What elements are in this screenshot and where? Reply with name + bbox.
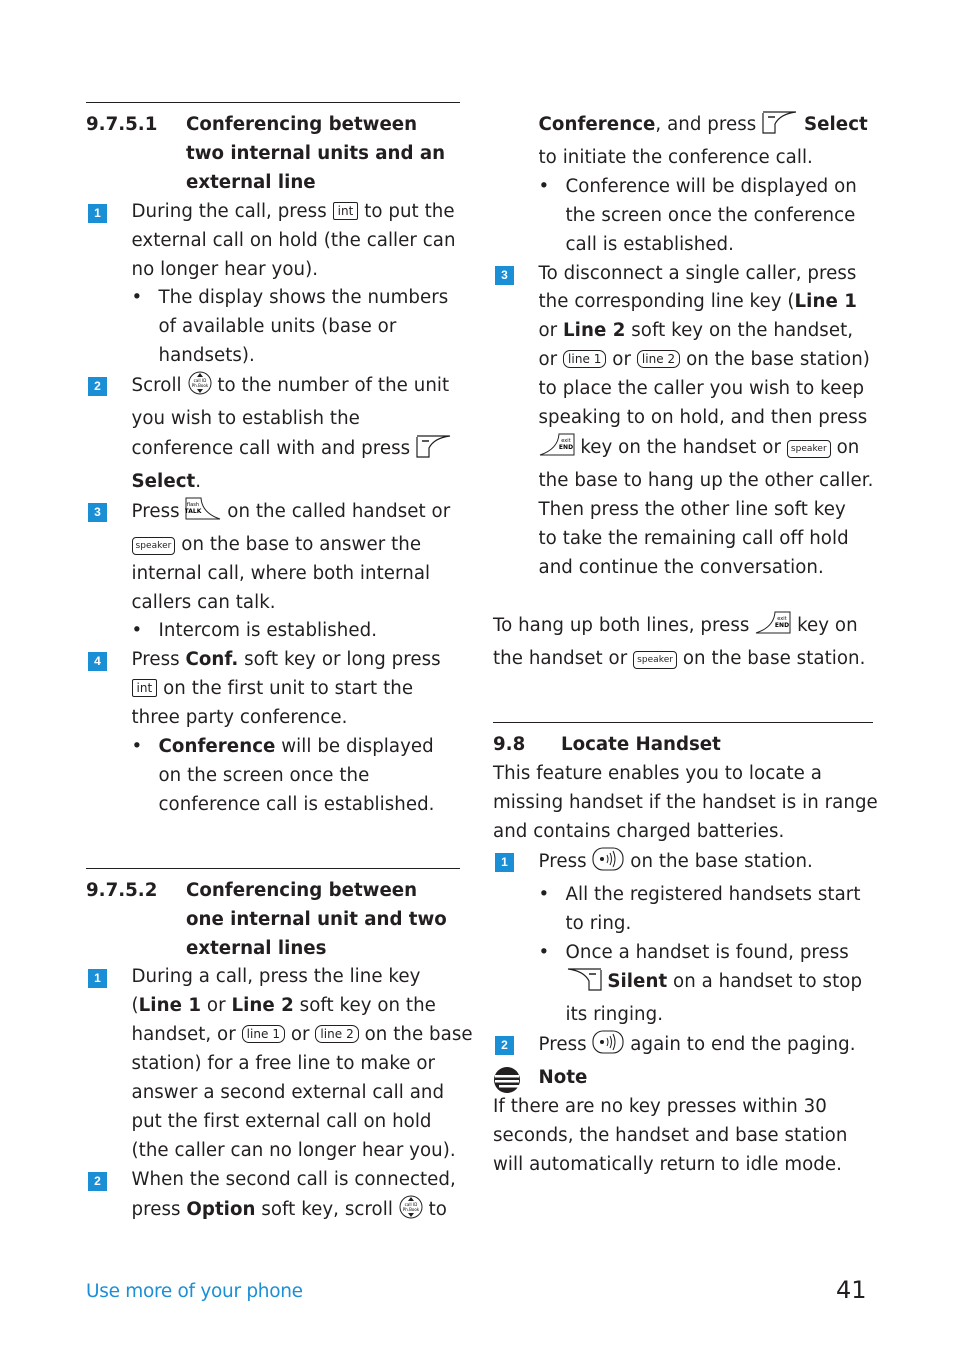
bullet-icon: • — [131, 620, 143, 642]
heading-number: 9.7.5.1 — [86, 114, 158, 135]
svg-text:Ph.Book: Ph.Book — [403, 1207, 420, 1212]
step-number-badge: 4 — [88, 652, 107, 672]
line2-key-icon: line 2 — [636, 350, 681, 369]
end-key-icon: exit END — [755, 611, 791, 645]
step-number-badge: 1 — [88, 203, 107, 223]
paging-key-icon — [592, 847, 625, 881]
int-key-icon: int — [131, 679, 158, 698]
step-number-badge: 3 — [495, 265, 514, 285]
step-number-badge: 2 — [495, 1036, 514, 1056]
paging-key-icon — [592, 1030, 625, 1064]
step-2: 2 When the second call is connected, pre… — [86, 1166, 460, 1229]
step-1: 1 During the call, press int to put the … — [86, 198, 460, 371]
int-key-icon: int — [332, 201, 359, 220]
line2-key-icon: line 2 — [315, 1025, 359, 1044]
right-column: Conference, and press Select to initiate… — [493, 102, 878, 1180]
svg-text:END: END — [558, 444, 572, 451]
step-2: 2 Press again to end the paging. — [493, 1030, 873, 1064]
svg-text:END: END — [775, 622, 789, 629]
step-3: 3 Press flash TALK on the called handset … — [86, 497, 460, 647]
talk-key-icon: flash TALK — [185, 497, 221, 531]
step-number-badge: 3 — [88, 502, 107, 522]
bullet-icon: • — [538, 883, 550, 905]
note-icon — [493, 1067, 521, 1103]
line1-key-icon: line 1 — [563, 350, 607, 369]
navigation-key-icon: call ID Ph.Book — [188, 371, 212, 405]
right-softkey-icon — [566, 967, 602, 1001]
heading-number: 9.8 — [493, 734, 526, 756]
bullet-icon: • — [131, 287, 143, 309]
hangup-paragraph: To hang up both lines, press exit END key… — [493, 611, 873, 674]
step-number-badge: 1 — [495, 852, 514, 872]
heading-title-line: external lines — [186, 937, 327, 959]
speaker-key-icon: speaker — [131, 536, 176, 555]
bullet-icon: • — [538, 941, 550, 963]
step-number-badge: 2 — [88, 1171, 107, 1191]
step-1: 1 During a call, press the line key (Lin… — [86, 963, 473, 1165]
heading-9-7-5-2: 9.7.5.2 Conferencing between one interna… — [86, 877, 460, 964]
heading-title: Locate Handset — [561, 734, 721, 756]
navigation-key-icon: call ID Ph.Book — [399, 1195, 423, 1229]
speaker-key-icon: speaker — [633, 651, 678, 670]
bullet-item: • Conference will be displayed on — [493, 173, 873, 202]
bullet-item: • Once a handset is found, press — [493, 939, 873, 968]
heading-9-8: 9.8 Locate Handset — [493, 731, 873, 760]
bullet-icon: • — [538, 175, 550, 197]
heading-9-7-5-1: 9.7.5.1 Conferencing between two interna… — [86, 111, 460, 198]
svg-text:Ph.Book: Ph.Book — [191, 383, 208, 388]
bullet-item: • All the registered handsets start — [493, 881, 873, 910]
bullet-item: • Conference will be displayed — [86, 733, 460, 762]
line1-key-icon: line 1 — [241, 1025, 285, 1044]
footer-section-title: Use more of your phone — [86, 1281, 303, 1302]
heading-title-line: external line — [186, 171, 316, 193]
step-2: 2 Scroll call ID Ph.Book to the number of… — [86, 371, 460, 497]
step-1: 1 Press on the base station. • All the re… — [493, 847, 873, 1030]
speaker-key-icon: speaker — [786, 439, 831, 458]
step-number-badge: 2 — [88, 377, 107, 397]
heading-title-line: two internal units and an — [186, 142, 446, 164]
left-softkey-icon — [762, 110, 798, 144]
page-number: 41 — [836, 1276, 867, 1304]
left-softkey-icon — [416, 434, 452, 468]
bullet-icon: • — [131, 736, 143, 758]
note-block: Note If there are no key presses within … — [493, 1067, 848, 1175]
left-column: 9.7.5.1 Conferencing between two interna… — [86, 102, 473, 1229]
heading-title-line: one internal unit and two — [186, 908, 447, 930]
end-key-icon: exit END — [539, 433, 575, 467]
heading-number: 9.7.5.2 — [86, 879, 158, 901]
bullet-item: • The display shows the numbers — [86, 284, 460, 313]
step-4: 4 Press Conf. soft key or long press int… — [86, 646, 460, 819]
step-number-badge: 1 — [88, 969, 107, 989]
step-3: 3 To disconnect a single caller, press t… — [493, 260, 873, 583]
bullet-item: • Intercom is established. — [86, 617, 460, 646]
svg-text:TALK: TALK — [185, 508, 202, 515]
